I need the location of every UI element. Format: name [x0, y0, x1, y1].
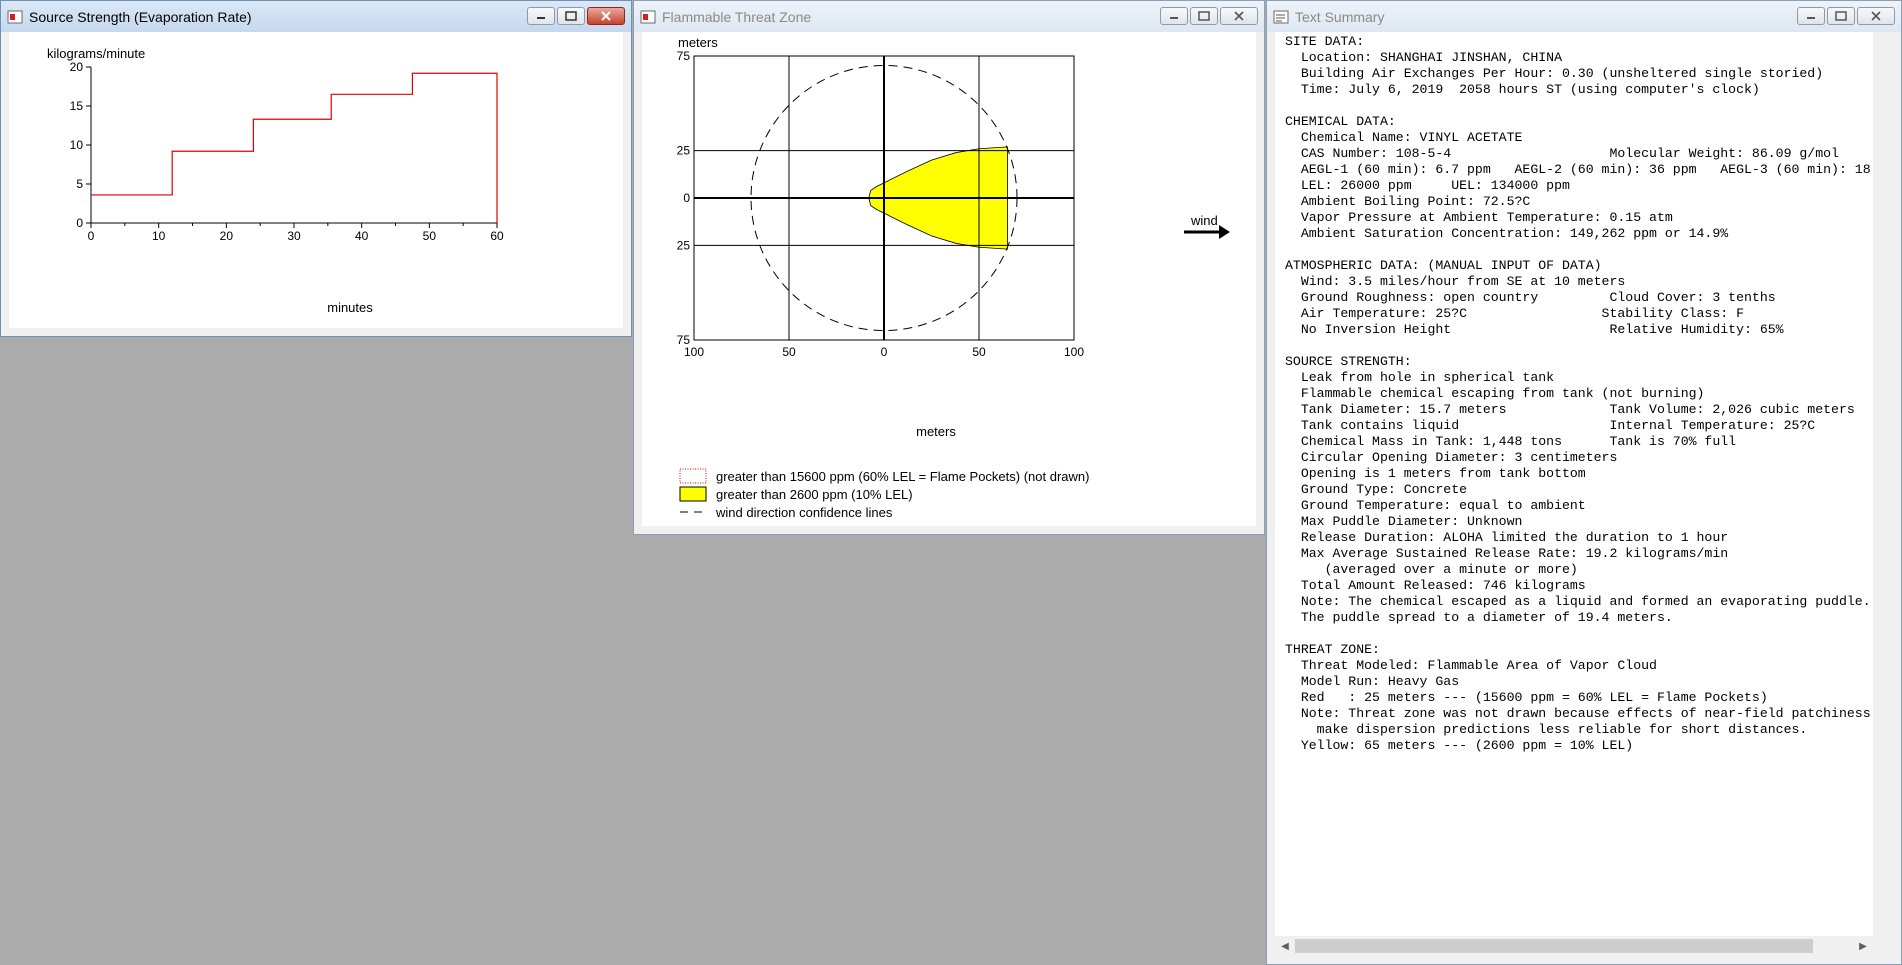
app-icon	[7, 10, 23, 23]
y-tick-label: 0	[683, 191, 690, 205]
vertical-scrollbar[interactable]	[1873, 32, 1893, 936]
maximize-icon	[1198, 11, 1210, 21]
x-tick-label: 10	[152, 229, 166, 243]
x-tick-label: 0	[88, 229, 95, 243]
close-button[interactable]	[587, 7, 625, 25]
summary-text-block: SITE DATA: Location: SHANGHAI JINSHAN, C…	[1285, 34, 1871, 753]
maximize-icon	[1835, 11, 1847, 21]
scroll-left-arrow-icon[interactable]: ◀	[1275, 936, 1295, 956]
close-icon	[601, 11, 611, 21]
y-tick-label: 15	[70, 99, 84, 113]
horizontal-scrollbar[interactable]: ◀ ▶	[1275, 936, 1873, 956]
scrollbar-corner	[1873, 936, 1893, 956]
y-tick-label: 5	[76, 177, 83, 191]
scroll-right-arrow-icon[interactable]: ▶	[1853, 936, 1873, 956]
x-tick-label: 50	[782, 345, 796, 359]
minimize-button[interactable]	[1797, 7, 1825, 25]
threat-zone-titlebar[interactable]: Flammable Threat Zone	[634, 1, 1264, 32]
x-tick-label: 100	[1064, 345, 1084, 359]
minimize-icon	[1170, 17, 1178, 19]
minimize-button[interactable]	[1160, 7, 1188, 25]
window-title: Text Summary	[1295, 8, 1385, 25]
minimize-button[interactable]	[527, 7, 555, 25]
close-icon	[1234, 11, 1244, 21]
x-tick-label: 30	[287, 229, 301, 243]
source-strength-plot-area: kilograms/minute minutes 0 10 20 30 40 50 60 0 5…	[9, 32, 623, 328]
x-axis-label: meters	[916, 424, 956, 439]
source-strength-chart: kilograms/minute minutes 0 10 20 30 40 50 60 0 5…	[47, 46, 504, 315]
legend: greater than 15600 ppm (60% LEL = Flame …	[679, 468, 1089, 520]
y-tick-label: 25	[677, 144, 691, 158]
threat-zone-chart: meters meters 100 50 0 50 100752502575 wind …	[677, 35, 1230, 520]
app-icon	[640, 10, 656, 23]
close-button[interactable]	[1857, 7, 1895, 25]
threat-zone-plot-area: meters meters 100 50 0 50 100 75 25 0 25 75 wind …	[642, 32, 1256, 526]
window-title: Flammable Threat Zone	[662, 8, 812, 25]
threat-zone-window[interactable]: Flammable Threat Zone meters meters 100 5…	[633, 0, 1265, 535]
horizontal-scroll-thumb[interactable]	[1295, 939, 1813, 953]
evaporation-rate-line	[91, 72, 498, 223]
y-axis-label: meters	[678, 35, 718, 50]
legend-label-yellow: greater than 2600 ppm (10% LEL)	[716, 487, 913, 502]
text-summary-icon	[1273, 10, 1289, 23]
y-axis-label: kilograms/minute	[47, 46, 145, 61]
maximize-icon	[565, 11, 577, 21]
wind-arrow: wind	[1184, 213, 1230, 239]
close-icon	[1871, 11, 1881, 21]
wind-label: wind	[1190, 213, 1218, 228]
y-tick-label: 10	[70, 138, 84, 152]
text-summary-content: SITE DATA: Location: SHANGHAI JINSHAN, C…	[1275, 32, 1893, 956]
legend-label-dashed: wind direction confidence lines	[715, 505, 893, 520]
y-tick-label: 0	[76, 216, 83, 230]
x-tick-label: 20	[220, 229, 234, 243]
x-tick-label: 40	[355, 229, 369, 243]
maximize-button[interactable]	[1190, 7, 1218, 25]
minimize-icon	[1807, 17, 1815, 19]
legend-swatch-yellow	[679, 486, 707, 502]
summary-text: SITE DATA: Location: SHANGHAI JINSHAN, C…	[1275, 32, 1873, 936]
text-summary-titlebar[interactable]: Text Summary	[1267, 1, 1901, 32]
x-tick-label: 50	[423, 229, 437, 243]
maximize-button[interactable]	[1827, 7, 1855, 25]
text-summary-window[interactable]: Text Summary SITE DATA: Location: SHANGH…	[1266, 0, 1902, 965]
window-title: Source Strength (Evaporation Rate)	[29, 8, 252, 25]
maximize-button[interactable]	[557, 7, 585, 25]
x-tick-label: 50	[972, 345, 986, 359]
x-tick-label: 0	[881, 345, 888, 359]
y-tick-label: 75	[677, 49, 691, 63]
wind-arrow-icon	[1219, 225, 1230, 239]
x-tick-label: 100	[684, 345, 704, 359]
legend-swatch-red	[679, 468, 707, 484]
minimize-icon	[537, 17, 545, 19]
source-strength-titlebar[interactable]: Source Strength (Evaporation Rate)	[1, 1, 631, 32]
source-strength-window[interactable]: Source Strength (Evaporation Rate) kilog…	[0, 0, 632, 337]
legend-label-red: greater than 15600 ppm (60% LEL = Flame …	[716, 469, 1089, 484]
y-tick-label: 75	[677, 333, 691, 347]
y-tick-label: 20	[70, 60, 84, 74]
x-axis-label: minutes	[327, 300, 373, 315]
close-button[interactable]	[1220, 7, 1258, 25]
x-tick-label: 60	[490, 229, 504, 243]
y-tick-label: 25	[677, 238, 691, 252]
